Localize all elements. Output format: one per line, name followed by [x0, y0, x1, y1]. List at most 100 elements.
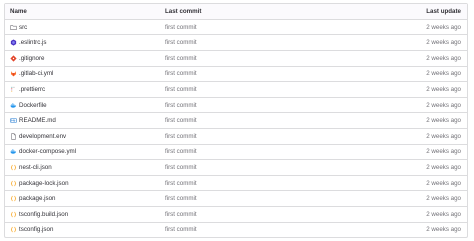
last-commit-cell: first commit — [165, 176, 197, 191]
commit-message-link[interactable]: first commit — [165, 133, 197, 140]
file-name-link[interactable]: .gitlab-ci.yml — [19, 70, 53, 77]
docker-icon — [10, 148, 17, 155]
file-name-link[interactable]: tsconfig.json — [19, 226, 53, 233]
file-name-cell: .eslintrc.js — [10, 35, 47, 50]
commit-message-link[interactable]: first commit — [165, 24, 197, 31]
last-update-cell: 2 weeks ago — [426, 117, 461, 125]
file-name-link[interactable]: Dockerfile — [19, 102, 47, 109]
last-update-cell: 2 weeks ago — [426, 148, 461, 156]
last-update-cell: 2 weeks ago — [426, 132, 461, 140]
commit-message-link[interactable]: first commit — [165, 86, 197, 93]
last-update-cell: 2 weeks ago — [426, 54, 461, 62]
commit-message-link[interactable]: first commit — [165, 102, 197, 109]
last-commit-cell: first commit — [165, 145, 197, 160]
file-name-cell: tsconfig.build.json — [10, 207, 68, 222]
commit-message-link[interactable]: first commit — [165, 39, 197, 46]
last-commit-cell: first commit — [165, 20, 197, 35]
table-row: .prettierrc first commit 2 weeks ago — [5, 81, 467, 97]
commit-message-link[interactable]: first commit — [165, 195, 197, 202]
table-row: package.json first commit 2 weeks ago — [5, 190, 467, 206]
file-name-link[interactable]: README.md — [19, 117, 56, 124]
json-icon — [10, 226, 17, 233]
file-name-cell: src — [10, 20, 27, 35]
last-commit-cell: first commit — [165, 207, 197, 222]
file-name-link[interactable]: .prettierrc — [19, 86, 45, 93]
last-update-cell: 2 weeks ago — [426, 70, 461, 78]
file-name-cell: development.env — [10, 129, 66, 144]
file-name-link[interactable]: package-lock.json — [19, 180, 69, 187]
last-update-cell: 2 weeks ago — [426, 195, 461, 203]
table-row: tsconfig.json first commit 2 weeks ago — [5, 221, 467, 238]
commit-message-link[interactable]: first commit — [165, 226, 197, 233]
file-name-cell: Dockerfile — [10, 98, 47, 113]
json-icon — [10, 180, 17, 187]
table-row: Dockerfile first commit 2 weeks ago — [5, 96, 467, 113]
commit-message-link[interactable]: first commit — [165, 55, 197, 62]
table-row: docker-compose.yml first commit 2 weeks ag… — [5, 143, 467, 160]
table-row: README.md first commit 2 weeks ago — [5, 112, 467, 128]
header-last-update: Last update — [426, 7, 461, 15]
header-name: Name — [10, 7, 27, 15]
last-update-cell: 2 weeks ago — [426, 39, 461, 47]
file-name-cell: tsconfig.json — [10, 223, 53, 238]
last-commit-cell: first commit — [165, 160, 197, 175]
prettier-icon — [10, 86, 17, 93]
gitlab-icon — [10, 70, 17, 77]
last-update-cell: 2 weeks ago — [426, 226, 461, 234]
table-row: .eslintrc.js first commit 2 weeks ago — [5, 34, 467, 50]
markdown-icon — [10, 117, 17, 124]
json-icon — [10, 164, 17, 171]
last-commit-cell: first commit — [165, 82, 197, 97]
file-name-link[interactable]: src — [19, 24, 27, 31]
docker-icon — [10, 102, 17, 109]
file-name-link[interactable]: development.env — [19, 133, 66, 140]
last-commit-cell: first commit — [165, 113, 197, 128]
commit-message-link[interactable]: first commit — [165, 148, 197, 155]
table-header: Name Last commit Last update — [5, 4, 467, 19]
last-commit-cell: first commit — [165, 98, 197, 113]
folder-icon — [10, 24, 17, 31]
file-name-cell: README.md — [10, 113, 56, 128]
table-row: package-lock.json first commit 2 weeks ago — [5, 174, 467, 191]
table-body: src first commit 2 weeks ago .eslintrc.js fi… — [5, 18, 467, 238]
file-name-cell: .prettierrc — [10, 82, 45, 97]
git-icon — [10, 55, 17, 62]
commit-message-link[interactable]: first commit — [165, 211, 197, 218]
last-commit-cell: first commit — [165, 35, 197, 50]
table-row: .gitlab-ci.yml first commit 2 weeks ago — [5, 65, 467, 82]
commit-message-link[interactable]: first commit — [165, 117, 197, 124]
file-name-link[interactable]: package.json — [19, 195, 55, 202]
file-name-cell: nest-cli.json — [10, 160, 52, 175]
file-name-link[interactable]: nest-cli.json — [19, 164, 52, 171]
last-commit-cell: first commit — [165, 51, 197, 66]
file-name-cell: .gitlab-ci.yml — [10, 67, 53, 82]
last-commit-cell: first commit — [165, 191, 197, 206]
table-row: src first commit 2 weeks ago — [5, 18, 467, 35]
file-name-cell: docker-compose.yml — [10, 145, 76, 160]
file-name-cell: package-lock.json — [10, 176, 69, 191]
commit-message-link[interactable]: first commit — [165, 70, 197, 77]
last-update-cell: 2 weeks ago — [426, 163, 461, 171]
last-update-cell: 2 weeks ago — [426, 210, 461, 218]
commit-message-link[interactable]: first commit — [165, 180, 197, 187]
file-name-cell: package.json — [10, 191, 55, 206]
last-update-cell: 2 weeks ago — [426, 179, 461, 187]
file-tree-table: Name Last commit Last update src first co… — [4, 3, 468, 239]
file-name-link[interactable]: tsconfig.build.json — [19, 211, 68, 218]
last-commit-cell: first commit — [165, 223, 197, 238]
table-row: development.env first commit 2 weeks ago — [5, 127, 467, 144]
file-name-link[interactable]: docker-compose.yml — [19, 148, 76, 155]
file-name-link[interactable]: .eslintrc.js — [19, 39, 47, 46]
last-commit-cell: first commit — [165, 129, 197, 144]
json-icon — [10, 211, 17, 218]
last-update-cell: 2 weeks ago — [426, 85, 461, 93]
file-name-link[interactable]: .gitignore — [19, 55, 44, 62]
json-icon — [10, 195, 17, 202]
table-row: tsconfig.build.json first commit 2 weeks a… — [5, 205, 467, 222]
table-row: nest-cli.json first commit 2 weeks ago — [5, 159, 467, 175]
commit-message-link[interactable]: first commit — [165, 164, 197, 171]
file-name-cell: .gitignore — [10, 51, 44, 66]
last-update-cell: 2 weeks ago — [426, 23, 461, 31]
eslint-icon — [10, 39, 17, 46]
table-row: .gitignore first commit 2 weeks ago — [5, 49, 467, 66]
